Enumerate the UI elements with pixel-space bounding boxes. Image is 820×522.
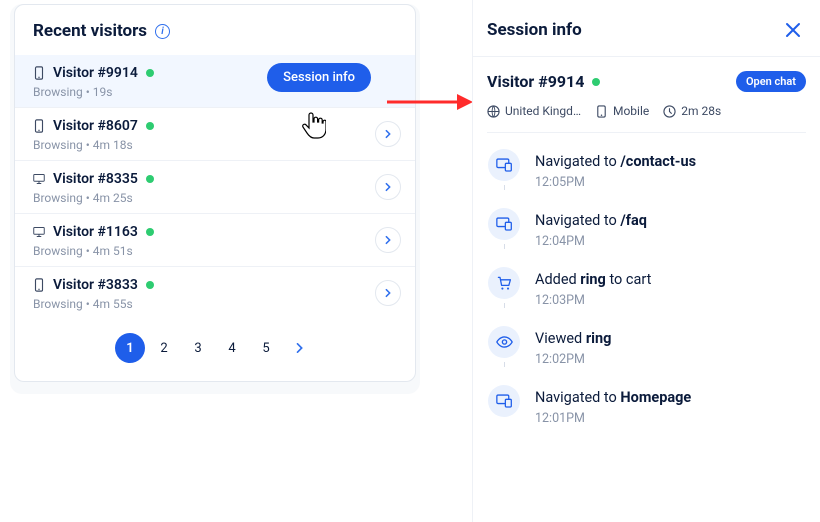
meta-duration-label: 2m 28s [681,104,721,118]
visitor-list: Visitor #9914Browsing • 19sSession infoV… [15,55,415,319]
timeline-time: 12:04PM [535,234,647,249]
page-button-1[interactable]: 1 [115,333,145,363]
cart-icon [488,267,520,299]
timeline-connector [504,303,505,308]
expand-visitor-button[interactable] [375,174,401,200]
mobile-icon [33,118,45,134]
visitor-id-label: Visitor #1163 [53,224,138,240]
nav-icon [488,149,520,181]
meta-device-label: Mobile [613,104,649,118]
timeline-item: Added ring to cart 12:03PM [487,267,806,326]
visitor-row[interactable]: Visitor #9914Browsing • 19sSession info [15,55,415,108]
nav-icon [488,385,520,417]
timeline-time: 12:01PM [535,411,691,426]
meta-country-label: United Kingd… [505,104,581,118]
timeline-title: Viewed ring [535,330,611,347]
timeline-time: 12:05PM [535,175,696,190]
timeline-title: Navigated to Homepage [535,389,691,406]
status-dot-icon [146,281,154,289]
page-next-button[interactable] [285,333,315,363]
visitor-row[interactable]: Visitor #8607 Browsing • 4m 18s [15,108,415,161]
session-info-button[interactable]: Session info [267,63,371,92]
recent-visitors-card: Recent visitors i Visitor #9914Browsing … [14,4,416,382]
info-icon[interactable]: i [155,24,170,39]
timeline-title: Added ring to cart [535,271,651,288]
timeline-title: Navigated to /faq [535,212,647,229]
timeline-item: Navigated to /faq 12:04PM [487,208,806,267]
visitor-id-label: Visitor #8335 [53,171,138,187]
visitor-name: Visitor #9914 [487,72,600,91]
timeline-time: 12:03PM [535,293,651,308]
session-info-title: Session info [487,20,582,40]
status-dot-icon [146,175,154,183]
timeline-item: Navigated to Homepage 12:01PM [487,385,806,444]
timeline-connector [504,244,505,249]
timeline-time: 12:02PM [535,352,611,367]
page-button-5[interactable]: 5 [251,333,281,363]
status-dot-icon [146,228,154,236]
meta-device: Mobile [595,104,649,118]
panel-title: Recent visitors [33,21,147,41]
expand-visitor-button[interactable] [375,227,401,253]
expand-visitor-button[interactable] [375,280,401,306]
visitor-id-label: Visitor #9914 [53,65,138,81]
visitor-row[interactable]: Visitor #1163 Browsing • 4m 51s [15,214,415,267]
page-button-4[interactable]: 4 [217,333,247,363]
recent-visitors-panel: Recent visitors i Visitor #9914Browsing … [10,4,420,394]
visitor-status-label: Browsing • 4m 55s [33,297,397,311]
callout-arrow-icon [385,90,475,114]
desktop-icon [33,171,45,187]
eye-icon [488,326,520,358]
meta-duration: 2m 28s [663,104,721,118]
activity-timeline: Navigated to /contact-us12:05PMNavigated… [473,133,820,444]
meta-country: United Kingd… [487,104,581,118]
visitor-status-label: Browsing • 4m 18s [33,138,397,152]
timeline-item: Navigated to /contact-us 12:05PM [487,149,806,208]
visitor-row[interactable]: Visitor #3833 Browsing • 4m 55s [15,267,415,319]
nav-icon [488,208,520,240]
timeline-connector [504,362,505,367]
status-dot-icon [146,69,154,77]
visitor-id-label: Visitor #3833 [53,277,138,293]
session-info-panel: Session info Visitor #9914 Open chat Uni… [472,0,820,522]
visitor-name-label: Visitor #9914 [487,72,584,91]
pagination: 12345 [15,319,415,381]
mobile-icon [33,65,45,81]
panel-header: Recent visitors i [15,5,415,55]
expand-visitor-button[interactable] [375,121,401,147]
session-info-header: Session info [473,0,820,56]
visitor-info: Visitor #9914 Open chat United Kingd… Mo… [473,57,820,133]
timeline-item: Viewed ring 12:02PM [487,326,806,385]
visitor-row[interactable]: Visitor #8335 Browsing • 4m 25s [15,161,415,214]
page-button-2[interactable]: 2 [149,333,179,363]
visitor-id-label: Visitor #8607 [53,118,138,134]
open-chat-button[interactable]: Open chat [736,71,806,92]
close-icon[interactable] [784,21,802,39]
visitor-meta: United Kingd… Mobile 2m 28s [487,92,806,133]
status-dot-icon [146,122,154,130]
desktop-icon [33,224,45,240]
mobile-icon [33,277,45,293]
status-dot-icon [592,78,600,86]
visitor-status-label: Browsing • 4m 51s [33,244,397,258]
visitor-status-label: Browsing • 4m 25s [33,191,397,205]
page-button-3[interactable]: 3 [183,333,213,363]
timeline-connector [504,185,505,190]
timeline-title: Navigated to /contact-us [535,153,696,170]
